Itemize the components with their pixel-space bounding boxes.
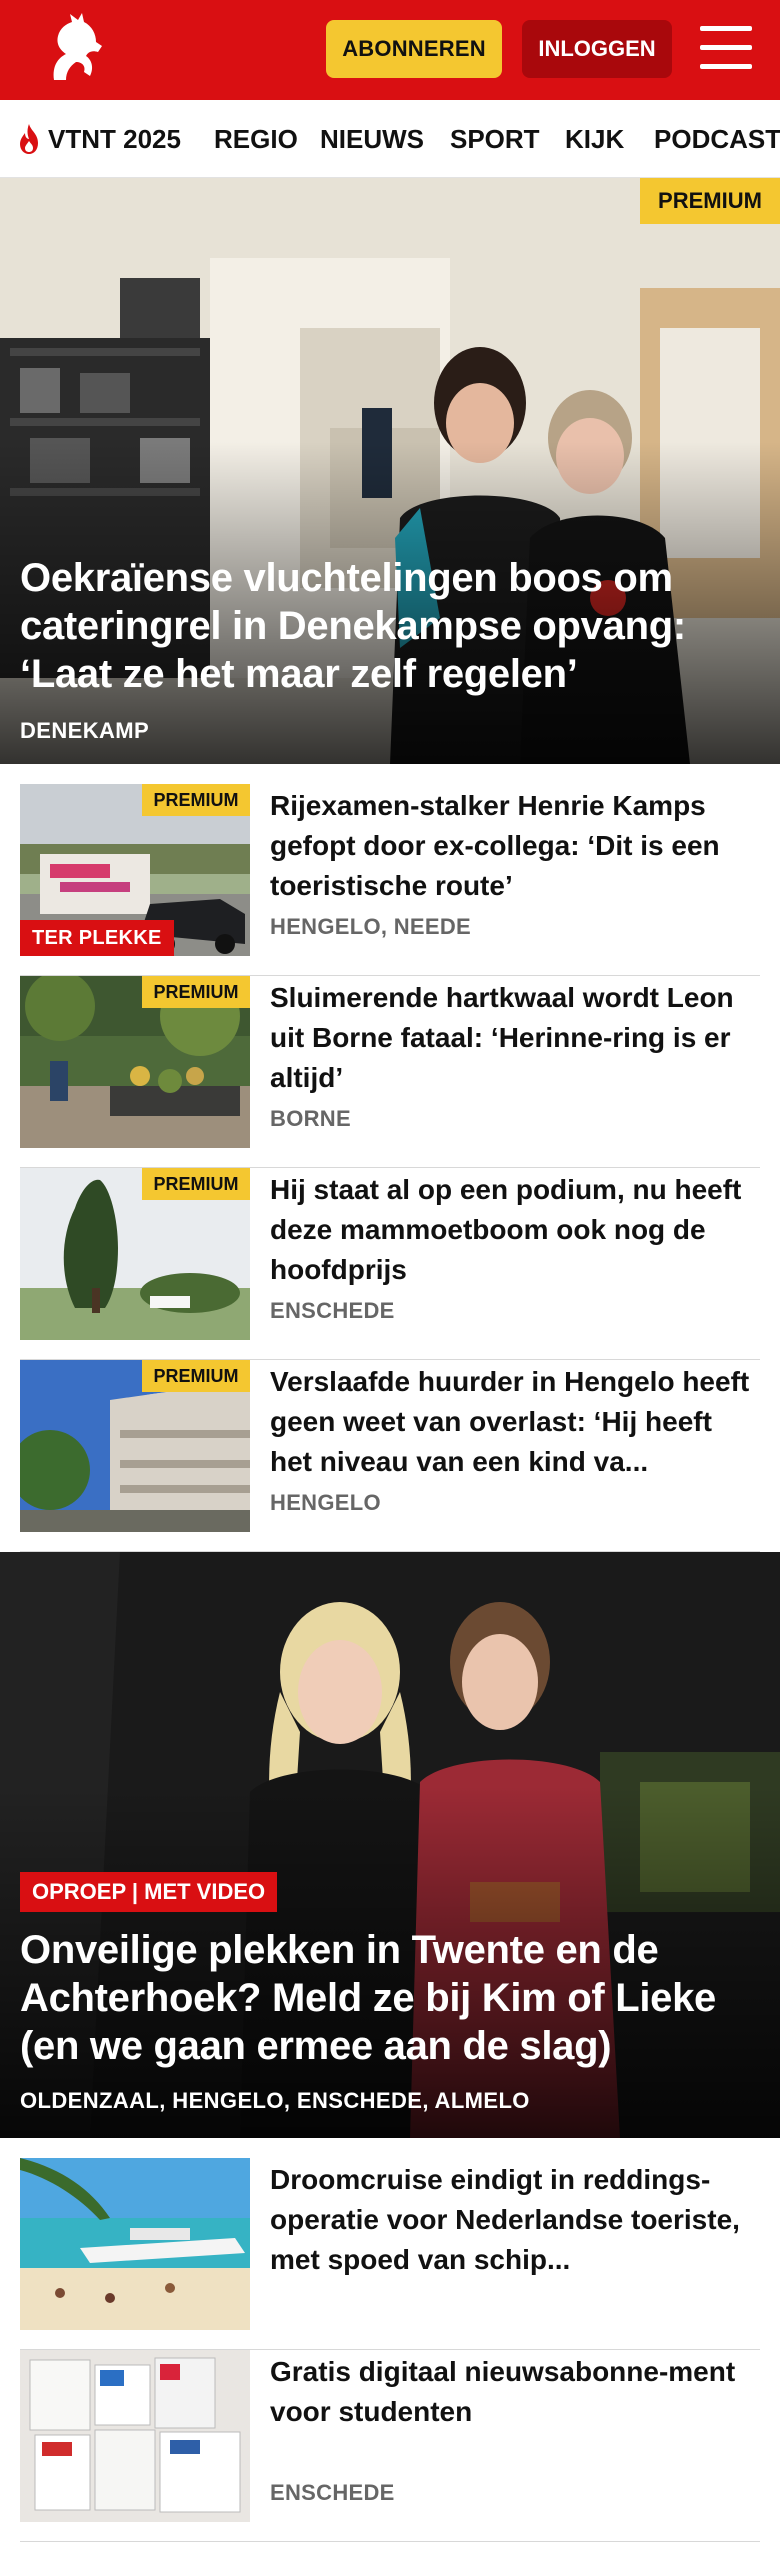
login-button[interactable]: INLOGGEN [522, 20, 672, 78]
nav-item-nieuws[interactable]: NIEUWS [320, 100, 424, 177]
article-thumbnail [20, 2350, 250, 2522]
oproep-video-badge: OPROEP | MET VIDEO [20, 1872, 278, 1912]
menu-icon[interactable] [700, 24, 752, 72]
subscribe-button[interactable]: ABONNEREN [326, 20, 502, 78]
article-headline[interactable]: Verslaafde huurder in Hengelo heeft geen… [270, 1362, 760, 1482]
horse-logo-icon[interactable] [36, 10, 116, 90]
nav-item-podcast[interactable]: PODCAST [654, 100, 780, 177]
premium-badge: PREMIUM [142, 784, 250, 816]
article-headline[interactable]: Droomcruise eindigt in reddings-operatie… [270, 2160, 760, 2280]
hero-location: DENEKAMP [20, 718, 150, 743]
article-item[interactable]: Droomcruise eindigt in reddings-operatie… [20, 2158, 760, 2350]
article-location: ENSCHEDE [270, 1298, 395, 1323]
article-item[interactable]: PREMIUM Verslaafde huurder in Hengelo he… [20, 1360, 760, 1552]
article-headline[interactable]: Hij staat al op een podium, nu heeft dez… [270, 1170, 760, 1290]
top-bar: ABONNEREN INLOGGEN [0, 0, 780, 100]
flame-icon [20, 124, 38, 154]
article-thumbnail: PREMIUM TER PLEKKE [20, 784, 250, 956]
nav-item-regio[interactable]: REGIO [214, 100, 298, 177]
premium-badge: PREMIUM [142, 1168, 250, 1200]
article-headline[interactable]: Sluimerende hartkwaal wordt Leon uit Bor… [270, 978, 760, 1098]
premium-badge: PREMIUM [640, 178, 780, 224]
article-photo [20, 2158, 250, 2330]
nav-item-vtnt[interactable]: VTNT 2025 [16, 100, 181, 177]
article-thumbnail: PREMIUM [20, 1168, 250, 1340]
article-location: BORNE [270, 1106, 351, 1131]
article-location: HENGELO [270, 1490, 381, 1515]
article-item[interactable]: PREMIUM TER PLEKKE Rijexamen-stalker Hen… [20, 784, 760, 976]
hero-article[interactable]: PREMIUM Oekraïense vluchtelingen boos om… [0, 178, 780, 764]
section-nav: VTNT 2025 REGIO NIEUWS SPORT KIJK PODCAS… [0, 100, 780, 178]
article-item[interactable]: PREMIUM Sluimerende hartkwaal wordt Leon… [20, 976, 760, 1168]
hero-headline[interactable]: Oekraïense vluchtelingen boos om caterin… [20, 554, 740, 698]
feature-article[interactable]: OPROEP | MET VIDEO Onveilige plekken in … [0, 1552, 780, 2138]
article-item[interactable]: PREMIUM Hij staat al op een podium, nu h… [20, 1168, 760, 1360]
premium-badge: PREMIUM [142, 976, 250, 1008]
article-headline[interactable]: Rijexamen-stalker Henrie Kamps gefopt do… [270, 786, 760, 906]
premium-badge: PREMIUM [142, 1360, 250, 1392]
article-location: ENSCHEDE [270, 2480, 395, 2505]
article-thumbnail [20, 2158, 250, 2330]
nav-item-sport[interactable]: SPORT [450, 100, 540, 177]
article-item[interactable]: Gratis digitaal nieuwsabonne-ment voor s… [20, 2350, 760, 2542]
ter-plekke-badge: TER PLEKKE [20, 920, 174, 956]
article-location: HENGELO, NEEDE [270, 914, 472, 939]
article-headline[interactable]: Gratis digitaal nieuwsabonne-ment voor s… [270, 2352, 760, 2432]
article-photo [20, 2350, 250, 2522]
article-thumbnail: PREMIUM [20, 976, 250, 1148]
nav-item-kijk[interactable]: KIJK [565, 100, 624, 177]
article-thumbnail: PREMIUM [20, 1360, 250, 1532]
feature-headline[interactable]: Onveilige plekken in Twente en de Achter… [20, 1926, 760, 2070]
feature-location: OLDENZAAL, HENGELO, ENSCHEDE, ALMELO [20, 2088, 530, 2113]
